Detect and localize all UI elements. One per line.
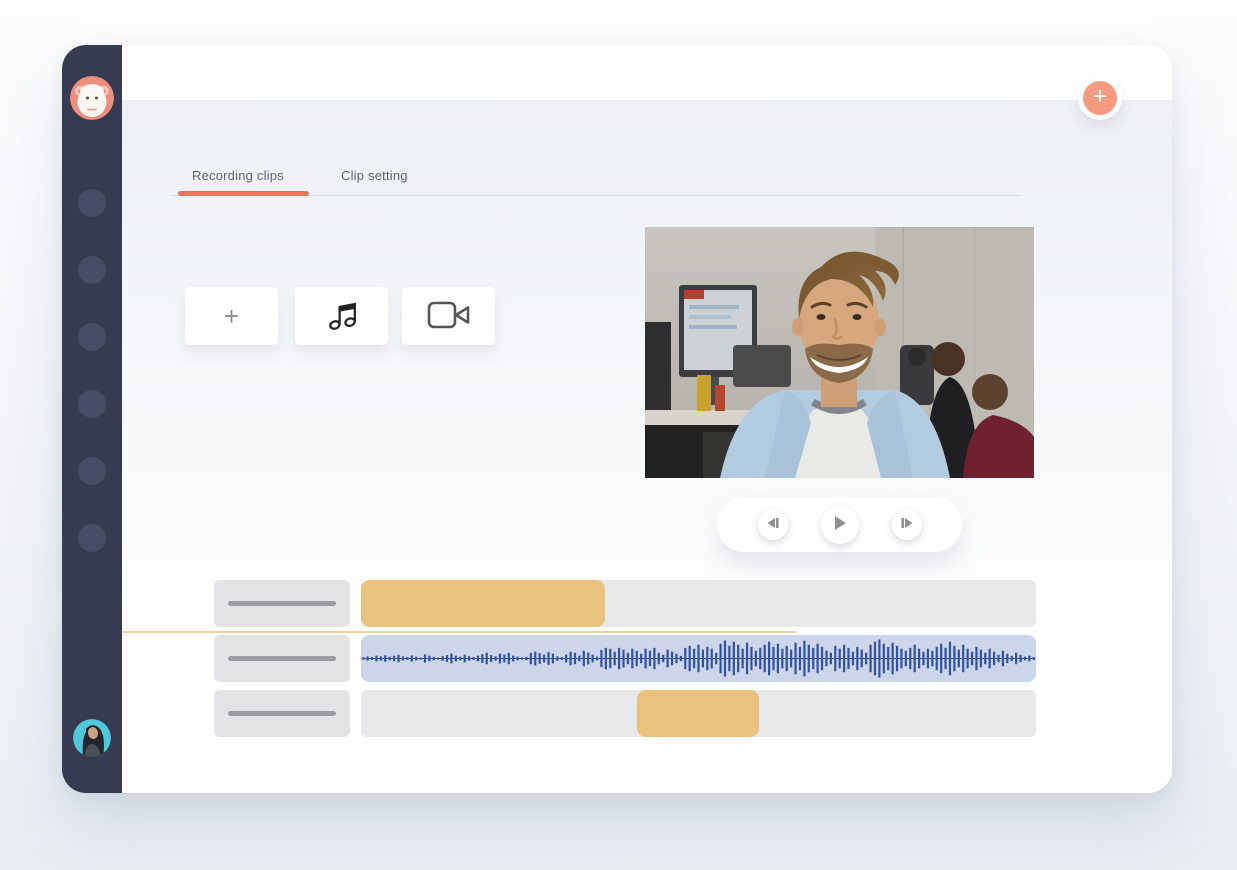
content-area: Recording clips Clip setting +	[122, 100, 1172, 793]
brand-logo[interactable]	[70, 76, 114, 120]
timeline-row-track-2	[122, 635, 1036, 682]
skip-back-icon	[766, 517, 780, 532]
track-label-placeholder-line	[228, 711, 336, 716]
video-preview-illustration	[645, 227, 1034, 478]
skip-forward-icon	[900, 517, 914, 532]
timeline-clip[interactable]	[361, 580, 605, 627]
music-note-icon	[323, 296, 361, 337]
playback-controls	[717, 497, 962, 552]
audio-waveform-track[interactable]	[361, 635, 1036, 682]
timeline-row-track-3	[122, 690, 1036, 737]
sidebar-nav-item-placeholder[interactable]	[78, 256, 106, 284]
main-panel: + Recording clips Clip setting +	[122, 45, 1172, 793]
tab-clip-setting[interactable]: Clip setting	[341, 168, 408, 183]
track-label-block[interactable]	[214, 635, 350, 682]
play-button[interactable]	[821, 506, 859, 544]
track-label-placeholder-line	[228, 601, 336, 606]
track-lane	[361, 690, 1036, 737]
play-icon	[832, 515, 848, 534]
timeline-clip[interactable]	[637, 690, 759, 737]
sidebar-nav-item-placeholder[interactable]	[78, 390, 106, 418]
sidebar-nav-item-placeholder[interactable]	[78, 524, 106, 552]
sidebar-nav-item-placeholder[interactable]	[78, 189, 106, 217]
user-photo-avatar	[73, 744, 111, 757]
sidebar-nav-item-placeholder[interactable]	[78, 323, 106, 351]
add-music-button[interactable]	[295, 287, 388, 345]
skip-forward-button[interactable]	[892, 510, 922, 540]
track-label-block[interactable]	[214, 690, 350, 737]
topbar	[122, 45, 1172, 100]
sidebar	[62, 45, 122, 793]
waveform-top-accent-line	[122, 631, 797, 633]
video-camera-icon	[426, 299, 472, 334]
plus-icon: +	[1083, 81, 1117, 115]
timeline-row-track-1	[122, 580, 1036, 627]
track-lane	[361, 580, 1036, 627]
add-button[interactable]: +	[1078, 76, 1122, 120]
user-avatar[interactable]	[73, 719, 111, 757]
skip-back-button[interactable]	[758, 510, 788, 540]
app-window: + Recording clips Clip setting +	[62, 45, 1172, 793]
track-label-placeholder-line	[228, 656, 336, 661]
waveform-graphic	[361, 635, 1036, 682]
plus-icon: +	[224, 303, 239, 329]
monkey-mascot-icon	[70, 107, 114, 120]
add-video-button[interactable]	[402, 287, 495, 345]
tab-recording-clips[interactable]: Recording clips	[192, 168, 284, 183]
sidebar-nav-item-placeholder[interactable]	[78, 457, 106, 485]
add-clip-button[interactable]: +	[185, 287, 278, 345]
video-preview	[645, 227, 1034, 478]
active-tab-indicator	[178, 191, 309, 196]
sidebar-nav	[62, 189, 122, 591]
track-label-block[interactable]	[214, 580, 350, 627]
